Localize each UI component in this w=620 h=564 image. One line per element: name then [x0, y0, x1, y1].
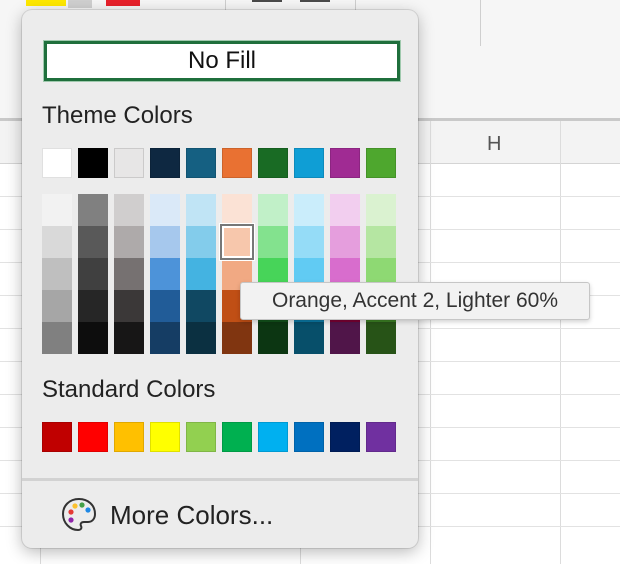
highlight-color-indicator[interactable]: [26, 0, 66, 6]
theme-tint-swatch[interactable]: [294, 194, 324, 226]
theme-tint-swatch[interactable]: [42, 322, 72, 354]
theme-tint-swatch[interactable]: [186, 226, 216, 258]
theme-color-swatch[interactable]: [150, 148, 180, 178]
theme-tint-swatch[interactable]: [150, 194, 180, 226]
theme-color-swatch[interactable]: [222, 148, 252, 178]
standard-color-swatch[interactable]: [330, 422, 360, 452]
theme-tint-swatch[interactable]: [150, 290, 180, 322]
theme-tint-swatch[interactable]: [78, 194, 108, 226]
standard-color-swatch[interactable]: [222, 422, 252, 452]
theme-tint-swatch[interactable]: [220, 224, 254, 260]
menu-divider: [22, 478, 418, 481]
theme-tint-swatch[interactable]: [114, 226, 144, 258]
theme-tint-swatch[interactable]: [150, 258, 180, 290]
color-tooltip: Orange, Accent 2, Lighter 60%: [240, 282, 590, 320]
standard-color-swatch[interactable]: [258, 422, 288, 452]
theme-tint-swatch[interactable]: [258, 322, 288, 354]
theme-tint-swatch[interactable]: [78, 290, 108, 322]
theme-color-swatch[interactable]: [114, 148, 144, 178]
theme-tint-swatch[interactable]: [42, 290, 72, 322]
theme-tint-swatch[interactable]: [186, 258, 216, 290]
more-colors-label: More Colors...: [110, 500, 274, 530]
theme-tint-swatch[interactable]: [114, 194, 144, 226]
toolbar-separator: [480, 0, 481, 46]
theme-color-swatch[interactable]: [186, 148, 216, 178]
grid-line: [430, 121, 431, 564]
standard-color-swatch[interactable]: [294, 422, 324, 452]
theme-tint-swatch[interactable]: [258, 226, 288, 258]
fill-color-menu: No Fill Theme Colors Standard Colors Mor…: [22, 10, 418, 548]
standard-color-swatch[interactable]: [186, 422, 216, 452]
theme-tint-swatch[interactable]: [78, 258, 108, 290]
more-colors-button[interactable]: More Colors...: [60, 494, 360, 538]
theme-tint-swatch[interactable]: [114, 322, 144, 354]
theme-tint-swatch[interactable]: [78, 226, 108, 258]
theme-tint-swatch[interactable]: [42, 258, 72, 290]
theme-tint-swatch[interactable]: [186, 194, 216, 226]
theme-colors-title: Theme Colors: [42, 102, 193, 129]
theme-color-swatch[interactable]: [42, 148, 72, 178]
fill-color-dropdown-button[interactable]: [68, 0, 92, 8]
theme-color-swatch[interactable]: [78, 148, 108, 178]
theme-tint-swatch[interactable]: [186, 290, 216, 322]
theme-tint-swatch[interactable]: [222, 322, 252, 354]
standard-color-swatch[interactable]: [366, 422, 396, 452]
standard-color-swatch[interactable]: [42, 422, 72, 452]
theme-tint-swatch[interactable]: [258, 194, 288, 226]
theme-tint-swatch[interactable]: [330, 194, 360, 226]
standard-colors-title: Standard Colors: [42, 376, 216, 403]
column-header-h[interactable]: H: [487, 133, 501, 156]
theme-color-swatch[interactable]: [294, 148, 324, 178]
theme-tint-swatch[interactable]: [222, 194, 252, 226]
standard-color-swatch[interactable]: [78, 422, 108, 452]
theme-color-swatch[interactable]: [258, 148, 288, 178]
theme-tint-swatch[interactable]: [42, 226, 72, 258]
theme-color-swatch[interactable]: [366, 148, 396, 178]
standard-color-swatch[interactable]: [150, 422, 180, 452]
theme-tint-swatch[interactable]: [366, 194, 396, 226]
theme-tint-swatch[interactable]: [114, 290, 144, 322]
theme-tint-swatch[interactable]: [366, 226, 396, 258]
theme-tint-swatch[interactable]: [150, 322, 180, 354]
no-fill-button[interactable]: No Fill: [44, 41, 400, 81]
theme-tint-swatch[interactable]: [114, 258, 144, 290]
theme-tint-swatch[interactable]: [78, 322, 108, 354]
palette-icon: [61, 497, 97, 532]
standard-color-swatch[interactable]: [114, 422, 144, 452]
theme-tint-swatch[interactable]: [366, 322, 396, 354]
theme-color-swatch[interactable]: [330, 148, 360, 178]
align-icon[interactable]: [300, 0, 330, 2]
theme-tint-swatch[interactable]: [42, 194, 72, 226]
theme-tint-swatch[interactable]: [330, 226, 360, 258]
grid-line: [560, 121, 561, 564]
theme-tint-swatch[interactable]: [294, 322, 324, 354]
font-color-indicator[interactable]: [106, 0, 140, 6]
theme-tint-swatch[interactable]: [294, 226, 324, 258]
align-icon[interactable]: [252, 0, 282, 2]
theme-tint-swatch[interactable]: [186, 322, 216, 354]
theme-tint-swatch[interactable]: [150, 226, 180, 258]
theme-tint-swatch[interactable]: [330, 322, 360, 354]
